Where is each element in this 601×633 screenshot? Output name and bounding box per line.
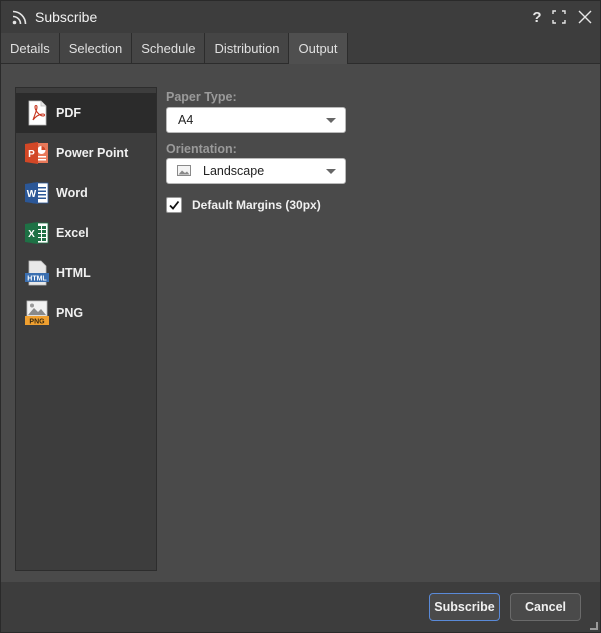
- default-margins-checkbox-row[interactable]: Default Margins (30px): [166, 196, 321, 214]
- checkmark-icon: [169, 200, 180, 210]
- format-label: HTML: [56, 266, 91, 280]
- resize-grip-icon[interactable]: [590, 622, 598, 630]
- svg-text:PNG: PNG: [29, 319, 45, 326]
- close-button[interactable]: [575, 7, 595, 27]
- orientation-label: Orientation:: [166, 142, 237, 156]
- png-icon: PNG: [25, 300, 49, 326]
- maximize-icon: [552, 10, 566, 24]
- word-icon: W: [25, 182, 49, 204]
- close-icon: [578, 10, 592, 24]
- tab-details[interactable]: Details: [1, 33, 60, 63]
- help-button[interactable]: ?: [527, 7, 547, 27]
- tab-output[interactable]: Output: [289, 33, 348, 64]
- format-item-html[interactable]: HTML HTML: [16, 253, 156, 293]
- format-label: PDF: [56, 106, 81, 120]
- format-item-powerpoint[interactable]: P Power Point: [16, 133, 156, 173]
- format-label: PNG: [56, 306, 84, 320]
- format-label: Word: [56, 186, 88, 200]
- subscribe-dialog: Subscribe ? Details Selection Schedule D…: [0, 0, 601, 633]
- cancel-button[interactable]: Cancel: [510, 593, 581, 621]
- maximize-button[interactable]: [549, 7, 569, 27]
- tab-selection[interactable]: Selection: [59, 33, 133, 63]
- tab-distribution[interactable]: Distribution: [205, 33, 290, 63]
- tab-bar: Details Selection Schedule Distribution …: [1, 33, 600, 64]
- landscape-image-icon: [177, 165, 191, 176]
- default-margins-checkbox[interactable]: [166, 197, 182, 213]
- paper-type-label: Paper Type:: [166, 90, 237, 104]
- svg-text:HTML: HTML: [27, 276, 47, 283]
- output-panel: PDF P Power Point W Word X Excel HTML HT…: [1, 64, 600, 582]
- format-list: PDF P Power Point W Word X Excel HTML HT…: [15, 87, 157, 571]
- dialog-footer: Subscribe Cancel: [1, 582, 600, 632]
- default-margins-label: Default Margins (30px): [192, 198, 321, 212]
- title-bar: Subscribe ?: [1, 1, 600, 33]
- dialog-title: Subscribe: [35, 9, 98, 25]
- html-icon: HTML: [25, 260, 49, 286]
- powerpoint-icon: P: [25, 142, 48, 164]
- paper-type-value: A4: [178, 113, 194, 127]
- orientation-value: Landscape: [203, 164, 265, 178]
- format-label: Power Point: [56, 146, 129, 160]
- chevron-down-icon: [326, 118, 336, 123]
- format-item-png[interactable]: PNG PNG: [16, 293, 156, 333]
- svg-text:P: P: [28, 149, 35, 160]
- paper-type-select[interactable]: A4: [166, 107, 346, 133]
- format-item-pdf[interactable]: PDF: [16, 93, 156, 133]
- format-item-word[interactable]: W Word: [16, 173, 156, 213]
- tab-schedule[interactable]: Schedule: [132, 33, 206, 63]
- format-item-excel[interactable]: X Excel: [16, 213, 156, 253]
- rss-icon: [12, 10, 27, 25]
- excel-icon: X: [25, 222, 49, 244]
- pdf-icon: [28, 100, 47, 126]
- subscribe-button[interactable]: Subscribe: [429, 593, 500, 621]
- format-label: Excel: [56, 226, 89, 240]
- svg-text:W: W: [27, 189, 37, 200]
- orientation-select[interactable]: Landscape: [166, 158, 346, 184]
- svg-text:X: X: [28, 229, 35, 240]
- chevron-down-icon: [326, 169, 336, 174]
